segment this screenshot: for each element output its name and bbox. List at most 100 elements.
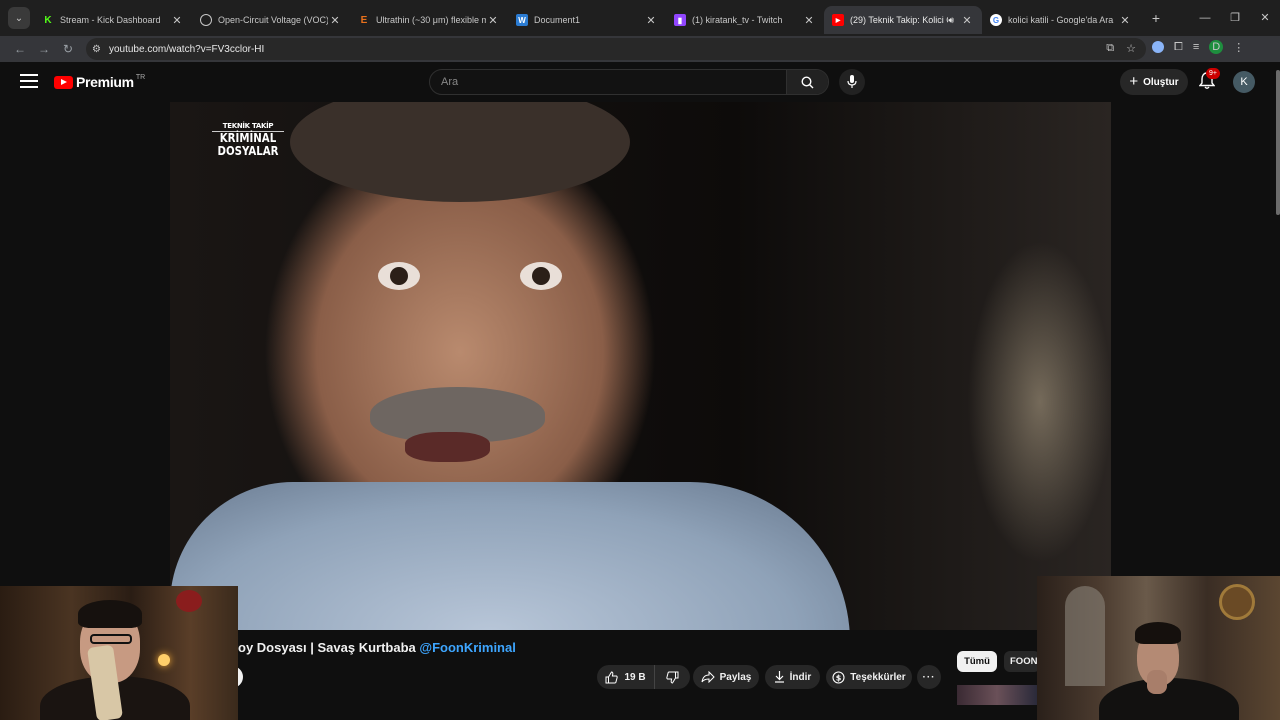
video-frame-eye (520, 262, 562, 290)
kick-icon: K (44, 14, 52, 26)
hamburger-menu-icon[interactable] (20, 74, 38, 88)
restore-icon[interactable]: ❐ (1220, 0, 1250, 36)
search-icon (801, 75, 814, 88)
webcam-plant (176, 590, 202, 612)
voice-search-button[interactable] (839, 69, 865, 95)
close-tab-icon[interactable]: ✕ (960, 14, 974, 27)
search-box (429, 69, 829, 95)
create-button[interactable]: + Oluştur (1120, 69, 1188, 95)
like-count: 19 B (624, 671, 646, 683)
close-tab-icon[interactable]: ✕ (802, 14, 816, 27)
webcam-glasses (90, 634, 132, 644)
close-tab-icon[interactable]: ✕ (328, 14, 342, 27)
tab-youtube-active[interactable]: ▶ (29) Teknik Takip: Kolici Orh 🔊︎ ✕ (824, 6, 982, 34)
minimize-icon[interactable]: — (1190, 0, 1220, 36)
account-avatar[interactable]: K (1233, 71, 1255, 93)
youtube-play-icon (54, 75, 73, 89)
webcam-overlay-left (0, 586, 238, 720)
install-app-icon[interactable]: ⧉ (1106, 42, 1114, 55)
tab-search-button[interactable]: ⌄ (8, 7, 30, 29)
word-icon: W (516, 14, 528, 26)
like-button[interactable]: 19 B (597, 665, 655, 689)
browser-toolbar: ← → ↻ ⚙ youtube.com/watch?v=FV3cclor-HI … (0, 36, 1280, 62)
tab-voc-article[interactable]: Open-Circuit Voltage (VOC) Enh ✕ (192, 6, 350, 34)
video-frame-eye (378, 262, 420, 290)
video-frame-mouth (405, 432, 490, 462)
webcam-lamp (158, 654, 170, 666)
window-controls: — ❐ ✕ (1190, 0, 1280, 36)
close-tab-icon[interactable]: ✕ (1118, 14, 1132, 27)
close-window-icon[interactable]: ✕ (1250, 0, 1280, 36)
media-controls-icon[interactable]: ≡ (1193, 41, 1199, 53)
tab-title: (29) Teknik Takip: Kolici Orh (850, 15, 948, 25)
profile-avatar[interactable]: D (1209, 40, 1224, 54)
webcam-body (1099, 678, 1239, 720)
channel-mention-link[interactable]: @FoonKriminal (419, 640, 515, 655)
tab-list: K Stream - Kick Dashboard ✕ Open-Circuit… (34, 0, 1166, 36)
video-frame-subject-hair (290, 102, 630, 202)
chip-foon[interactable]: FOON (1004, 651, 1040, 672)
download-button[interactable]: İndir (765, 665, 820, 689)
webcam-wall-clock (1219, 584, 1255, 620)
watermark-line-2: DOSYALAR (217, 144, 279, 158)
forward-icon[interactable]: → (32, 42, 56, 56)
notification-count-badge: 9+ (1206, 68, 1220, 79)
new-tab-icon[interactable]: + (1146, 10, 1166, 26)
thanks-label: Teşekkürler (850, 671, 906, 683)
close-tab-icon[interactable]: ✕ (170, 14, 184, 27)
reload-icon[interactable]: ↻ (56, 42, 80, 56)
share-label: Paylaş (719, 671, 752, 683)
thumbs-up-icon (605, 670, 619, 683)
tab-ultrathin-article[interactable]: E Ultrathin (~30 μm) flexible mon ✕ (350, 6, 508, 34)
browser-tab-strip: ⌄ K Stream - Kick Dashboard ✕ Open-Circu… (0, 0, 1280, 36)
create-label: Oluştur (1143, 76, 1179, 88)
share-arrow-icon (701, 671, 715, 683)
back-icon[interactable]: ← (8, 42, 32, 56)
tab-kick-dashboard[interactable]: K Stream - Kick Dashboard ✕ (34, 6, 192, 34)
chip-all[interactable]: Tümü (957, 651, 997, 672)
tab-title: Ultrathin (~30 μm) flexible mon (376, 15, 486, 25)
elsevier-icon: E (360, 14, 368, 26)
youtube-header: Premium TR + Oluştur 9+ K (0, 62, 1280, 102)
tab-title: Stream - Kick Dashboard (60, 15, 161, 25)
tab-title: Open-Circuit Voltage (VOC) Enh (218, 15, 328, 25)
svg-text:$: $ (836, 673, 842, 682)
address-bar[interactable]: ⚙ youtube.com/watch?v=FV3cclor-HI ⧉ ☆ (86, 38, 1146, 60)
tab-title: Document1 (534, 15, 581, 25)
share-button[interactable]: Paylaş (693, 665, 759, 689)
extensions-puzzle-icon[interactable]: ⧠ (1174, 41, 1183, 54)
tab-google-search[interactable]: G kolici katili - Google'da Ara ✕ (982, 6, 1140, 34)
toolbar-extensions: ⧠ ≡ D ⋮ (1152, 40, 1244, 54)
tab-title: kolici katili - Google'da Ara (1008, 15, 1114, 25)
youtube-icon: ▶ (832, 14, 844, 26)
more-actions-button[interactable]: ··· (917, 665, 941, 689)
page-scrollbar[interactable] (1276, 70, 1280, 215)
like-dislike-group: 19 B (597, 665, 690, 689)
tab-twitch[interactable]: ▮ (1) kiratank_tv - Twitch ✕ (666, 6, 824, 34)
youtube-premium-logo[interactable]: Premium TR (54, 74, 145, 90)
super-thanks-icon: $ (832, 670, 845, 684)
site-info-icon[interactable]: ⚙ (92, 44, 101, 55)
video-title: oy Dosyası | Savaş Kurtbaba @FoonKrimina… (238, 640, 516, 655)
thanks-button[interactable]: $ Teşekkürler (826, 665, 912, 689)
tab-title: (1) kiratank_tv - Twitch (692, 15, 783, 25)
related-video-thumbnail[interactable] (957, 685, 1037, 705)
microphone-icon (847, 75, 857, 88)
bookmark-star-icon[interactable]: ☆ (1126, 42, 1136, 55)
search-button[interactable] (786, 70, 828, 94)
close-tab-icon[interactable]: ✕ (486, 14, 500, 27)
extension-icon[interactable] (1152, 41, 1164, 53)
thumbs-down-icon (666, 671, 679, 684)
close-tab-icon[interactable]: ✕ (644, 14, 658, 27)
dislike-button[interactable] (655, 671, 690, 684)
tab-document1[interactable]: W Document1 ✕ (508, 6, 666, 34)
video-player[interactable]: TEKNİK TAKİP KRİMİNAL DOSYALAR (170, 102, 1111, 630)
speaker-icon[interactable]: 🔊︎ (948, 15, 954, 26)
globe-icon (200, 14, 212, 26)
webcam-background-arch (1065, 586, 1105, 686)
search-input[interactable] (430, 70, 787, 94)
webcam-overlay-right (1037, 576, 1280, 720)
download-label: İndir (789, 671, 812, 683)
webcam-hand (1147, 670, 1167, 694)
browser-menu-icon[interactable]: ⋮ (1233, 41, 1244, 54)
